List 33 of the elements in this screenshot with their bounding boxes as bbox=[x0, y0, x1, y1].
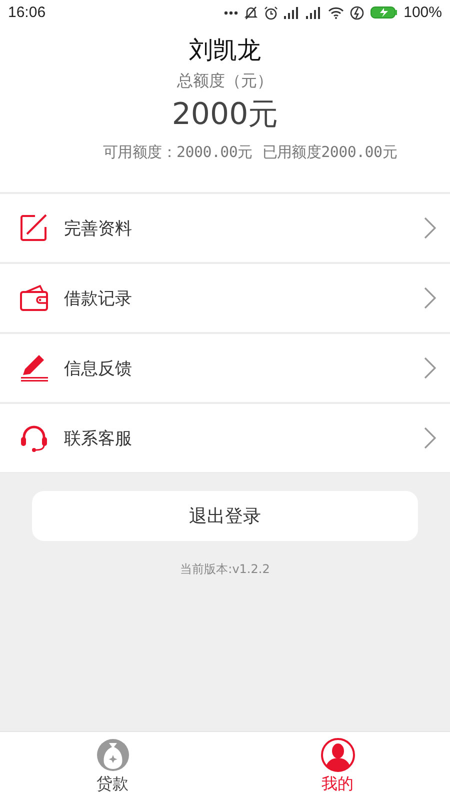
signal-icon bbox=[284, 6, 300, 18]
logout-button[interactable]: 退出登录 bbox=[32, 491, 418, 541]
tab[interactable]: 贷款 bbox=[0, 732, 225, 800]
user-name: 刘凯龙 bbox=[189, 35, 261, 66]
total-limit-amount: 2000元 bbox=[172, 96, 278, 134]
chevron-right-icon bbox=[424, 217, 436, 239]
more-icon bbox=[224, 10, 238, 14]
muted-bell-icon bbox=[244, 6, 258, 20]
alarm-icon bbox=[264, 6, 278, 20]
charging-icon bbox=[350, 6, 364, 20]
pencil-icon bbox=[20, 354, 48, 382]
used-limit: 已用额度2000.00元 bbox=[262, 143, 397, 162]
tab[interactable]: 我的 bbox=[225, 732, 450, 800]
chevron-right-icon bbox=[424, 287, 436, 309]
battery-icon bbox=[370, 6, 398, 19]
chevron-right-icon bbox=[424, 357, 436, 379]
wifi-icon bbox=[328, 6, 344, 18]
chevron-right-icon bbox=[424, 427, 436, 449]
menu-item[interactable]: 联系客服 bbox=[0, 404, 450, 472]
person-icon bbox=[320, 738, 354, 772]
clock-time: 16:06 bbox=[8, 4, 46, 21]
signal-icon bbox=[306, 6, 322, 18]
available-limit: 可用额度：2000.00元 bbox=[103, 143, 252, 162]
money-bag-icon bbox=[96, 738, 130, 772]
menu-item[interactable]: 信息反馈 bbox=[0, 334, 450, 402]
wallet-icon bbox=[20, 285, 48, 311]
menu-item[interactable]: 完善资料 bbox=[0, 194, 450, 262]
total-limit-label: 总额度（元） bbox=[177, 71, 273, 92]
menu-item[interactable]: 借款记录 bbox=[0, 264, 450, 332]
battery-percent: 100% bbox=[404, 4, 442, 21]
headset-icon bbox=[20, 424, 48, 452]
version-text: 当前版本:v1.2.2 bbox=[180, 561, 270, 578]
edit-icon bbox=[20, 214, 48, 242]
